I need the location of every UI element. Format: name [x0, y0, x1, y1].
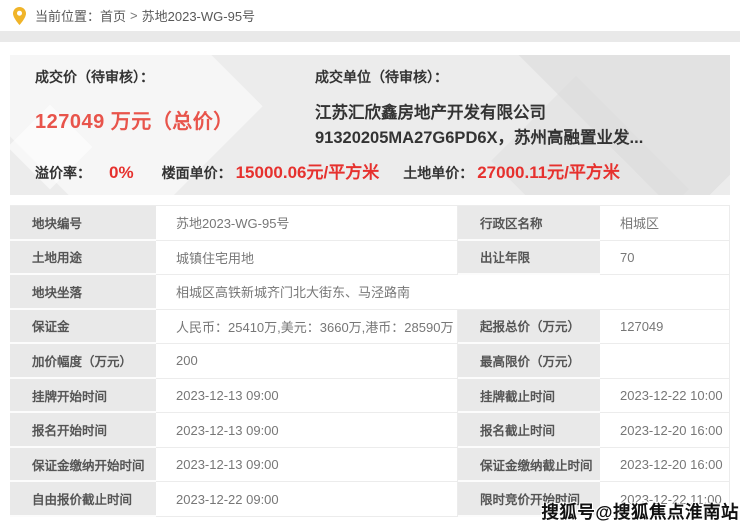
info-table: 地块编号苏地2023-WG-95号行政区名称相城区土地用途城镇住宅用地出让年限7…	[10, 205, 730, 517]
breadcrumb-home-link[interactable]: 首页	[100, 6, 126, 25]
row-label-left: 保证金缴纳开始时间	[10, 448, 156, 483]
deal-price-value: 127049 万元（总价）	[35, 105, 315, 134]
row-value-right: 70	[600, 241, 730, 276]
row-value-right: 相城区	[600, 206, 730, 241]
deal-unit-label: 成交单位（待审核）：	[315, 67, 720, 87]
row-label-right: 保证金缴纳截止时间	[458, 448, 600, 483]
row-value-right: 127049	[600, 310, 730, 345]
row-value-left: 苏地2023-WG-95号	[156, 206, 458, 241]
location-pin-icon	[13, 7, 26, 25]
row-label-right: 最高限价（万元）	[458, 344, 600, 379]
table-row: 地块坐落相城区高铁新城齐门北大街东、马泾路南	[10, 275, 730, 310]
row-label-left: 保证金	[10, 310, 156, 345]
table-row: 加价幅度（万元）200最高限价（万元）	[10, 344, 730, 379]
row-value-left: 2023-12-13 09:00	[156, 448, 458, 483]
land-unit-price-label: 土地单价：	[403, 163, 473, 183]
row-value-right	[600, 344, 730, 379]
premium-row: 溢价率： 0% 楼面单价： 15000.06元/平方米 土地单价： 27000.…	[35, 158, 620, 183]
floor-unit-price-value: 15000.06元/平方米	[236, 158, 380, 183]
deal-unit-company-code: 91320205MA27G6PD6X，苏州高融置业发...	[315, 126, 720, 151]
row-label-left: 自由报价截止时间	[10, 482, 156, 517]
premium-rate-value: 0%	[109, 163, 134, 183]
row-label-right: 挂牌截止时间	[458, 379, 600, 414]
row-label-right: 出让年限	[458, 241, 600, 276]
row-label-right: 行政区名称	[458, 206, 600, 241]
row-label-left: 挂牌开始时间	[10, 379, 156, 414]
land-unit-price-value: 27000.11元/平方米	[477, 158, 620, 183]
row-label-left: 土地用途	[10, 241, 156, 276]
watermark: 搜狐号@搜狐焦点淮南站	[541, 499, 739, 524]
breadcrumb: 当前位置： 首页 > 苏地2023-WG-95号	[0, 0, 740, 31]
table-row: 保证金人民币：25410万,美元：3660万,港币：28590万起报总价（万元）…	[10, 310, 730, 345]
row-value-left: 2023-12-13 09:00	[156, 413, 458, 448]
row-label-left: 加价幅度（万元）	[10, 344, 156, 379]
deal-unit-company-name: 江苏汇欣鑫房地产开发有限公司	[315, 101, 720, 126]
floor-unit-price-label: 楼面单价：	[162, 163, 232, 183]
row-label-right: 报名截止时间	[458, 413, 600, 448]
row-value-right: 2023-12-22 10:00	[600, 379, 730, 414]
table-row: 地块编号苏地2023-WG-95号行政区名称相城区	[10, 206, 730, 241]
row-value-left: 人民币：25410万,美元：3660万,港币：28590万	[156, 310, 458, 345]
table-row: 保证金缴纳开始时间2023-12-13 09:00保证金缴纳截止时间2023-1…	[10, 448, 730, 483]
row-label-left: 地块编号	[10, 206, 156, 241]
row-label-right: 起报总价（万元）	[458, 310, 600, 345]
premium-rate-label: 溢价率：	[35, 163, 91, 183]
row-label-left: 报名开始时间	[10, 413, 156, 448]
row-value-left: 2023-12-13 09:00	[156, 379, 458, 414]
table-row: 土地用途城镇住宅用地出让年限70	[10, 241, 730, 276]
breadcrumb-separator: >	[130, 8, 138, 23]
breadcrumb-prefix: 当前位置：	[35, 6, 100, 25]
deal-summary-panel: 成交价（待审核）： 127049 万元（总价） 成交单位（待审核）： 江苏汇欣鑫…	[10, 55, 730, 195]
table-row: 挂牌开始时间2023-12-13 09:00挂牌截止时间2023-12-22 1…	[10, 379, 730, 414]
row-value-left: 200	[156, 344, 458, 379]
row-label-left: 地块坐落	[10, 275, 156, 310]
row-value-left: 2023-12-22 09:00	[156, 482, 458, 517]
table-row: 报名开始时间2023-12-13 09:00报名截止时间2023-12-20 1…	[10, 413, 730, 448]
row-value-left: 相城区高铁新城齐门北大街东、马泾路南	[156, 275, 730, 310]
row-value-left: 城镇住宅用地	[156, 241, 458, 276]
header-divider	[0, 31, 740, 42]
row-value-right: 2023-12-20 16:00	[600, 413, 730, 448]
breadcrumb-current: 苏地2023-WG-95号	[142, 6, 255, 25]
deal-price-label: 成交价（待审核）：	[35, 67, 315, 87]
row-value-right: 2023-12-20 16:00	[600, 448, 730, 483]
